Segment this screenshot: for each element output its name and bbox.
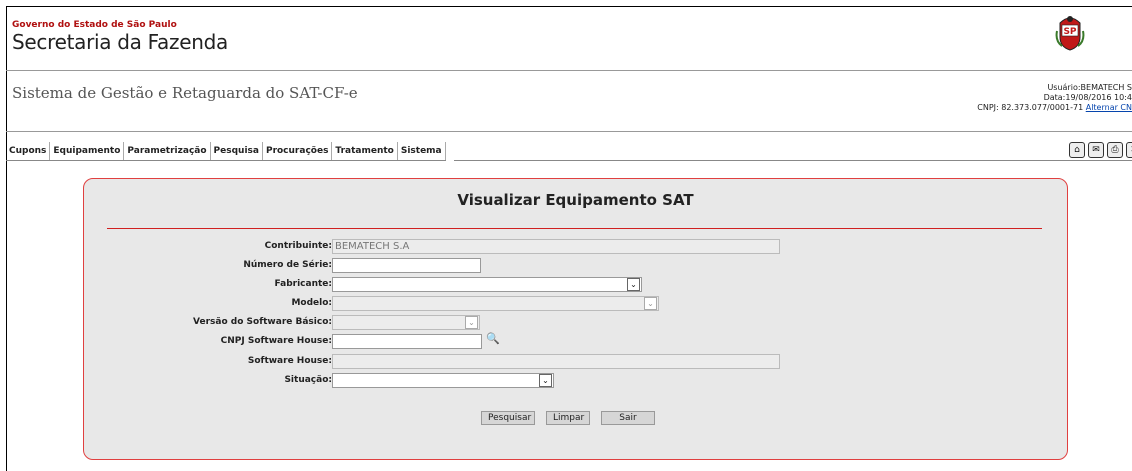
chevron-down-icon[interactable]: ⌄ [627, 278, 640, 291]
software-house-label: Software House: [247, 356, 332, 366]
chevron-down-icon: ⌄ [465, 316, 478, 329]
menu-item-procuracoes[interactable]: Procurações [263, 142, 333, 160]
row-software-house: Software House: [84, 354, 1069, 369]
print-icon[interactable]: ⎙ [1107, 142, 1123, 158]
numero-serie-label: Número de Série: [243, 260, 332, 270]
fabricante-select[interactable]: ⌄ [332, 277, 642, 292]
page-title: Visualizar Equipamento SAT [457, 191, 694, 209]
row-numero-serie: Número de Série: [84, 258, 1069, 273]
menu-item-pesquisa[interactable]: Pesquisa [211, 142, 263, 160]
header-divider [6, 70, 1132, 71]
contribuinte-field: BEMATECH S.A [332, 239, 780, 254]
alternar-cnpj-link[interactable]: Alternar CN [1086, 103, 1132, 112]
menu-underline [454, 160, 1132, 161]
user-info: Usuário:BEMATECH S Data:19/08/2016 10:4 … [972, 83, 1132, 113]
numero-serie-input[interactable] [332, 258, 481, 273]
session-date: Data:19/08/2016 10:4 [1043, 93, 1132, 102]
menu-item-tratamento[interactable]: Tratamento [332, 142, 398, 160]
close-icon[interactable]: ✕ [1126, 142, 1132, 158]
fabricante-label: Fabricante: [274, 279, 332, 289]
menu-item-cupons[interactable]: Cupons [6, 142, 51, 160]
sair-button[interactable]: Sair [601, 411, 655, 425]
row-contribuinte: Contribuinte: BEMATECH S.A [84, 239, 1069, 254]
toolbar-icons: ⌂ ✉ ⎙ ✕ [1069, 142, 1132, 158]
software-house-field [332, 354, 780, 369]
row-cnpj-sh: CNPJ Software House: 🔍 [84, 332, 1069, 349]
situacao-select[interactable]: ⌄ [332, 373, 554, 388]
row-situacao: Situação: ⌄ [84, 373, 1069, 388]
sp-logo: SP [1054, 13, 1086, 55]
contribuinte-label: Contribuinte: [264, 241, 332, 251]
menu-top-divider [6, 131, 1132, 132]
main-menu: Cupons Equipamento Parametrização Pesqui… [6, 142, 446, 161]
system-title: Sistema de Gestão e Retaguarda do SAT-CF… [12, 84, 358, 102]
modelo-select: ⌄ [332, 296, 659, 311]
pesquisar-button[interactable]: Pesquisar [481, 411, 535, 425]
mail-icon[interactable]: ✉ [1088, 142, 1104, 158]
logo-text: SP [1063, 27, 1076, 37]
cnpj-value: CNPJ: 82.373.077/0001-71 [977, 103, 1084, 112]
title-divider [107, 228, 1042, 229]
cnpj-line: CNPJ: 82.373.077/0001-71 Alternar CN [972, 103, 1132, 113]
menu-item-sistema[interactable]: Sistema [398, 142, 446, 160]
search-icon[interactable]: 🔍 [486, 332, 500, 345]
row-versao: Versão do Software Básico: ⌄ [84, 315, 1069, 330]
form-panel: Visualizar Equipamento SAT Contribuinte:… [83, 178, 1068, 460]
cnpj-sh-input[interactable] [332, 334, 482, 349]
user-name: Usuário:BEMATECH S [1047, 83, 1132, 92]
government-label: Governo do Estado de São Paulo [12, 20, 177, 30]
situacao-label: Situação: [284, 375, 332, 385]
menu-item-equipamento[interactable]: Equipamento [50, 142, 125, 160]
row-modelo: Modelo: ⌄ [84, 296, 1069, 311]
menu-item-parametrizacao[interactable]: Parametrização [124, 142, 211, 160]
modelo-label: Modelo: [291, 298, 332, 308]
limpar-button[interactable]: Limpar [546, 411, 590, 425]
form-actions: Pesquisar Limpar Sair [481, 411, 655, 425]
secretariat-title: Secretaria da Fazenda [12, 30, 228, 54]
row-fabricante: Fabricante: ⌄ [84, 277, 1069, 292]
home-icon[interactable]: ⌂ [1069, 142, 1085, 158]
versao-select: ⌄ [332, 315, 480, 330]
chevron-down-icon[interactable]: ⌄ [539, 374, 552, 387]
versao-label: Versão do Software Básico: [193, 317, 332, 327]
chevron-down-icon: ⌄ [644, 297, 657, 310]
cnpj-sh-label: CNPJ Software House: [220, 336, 332, 346]
